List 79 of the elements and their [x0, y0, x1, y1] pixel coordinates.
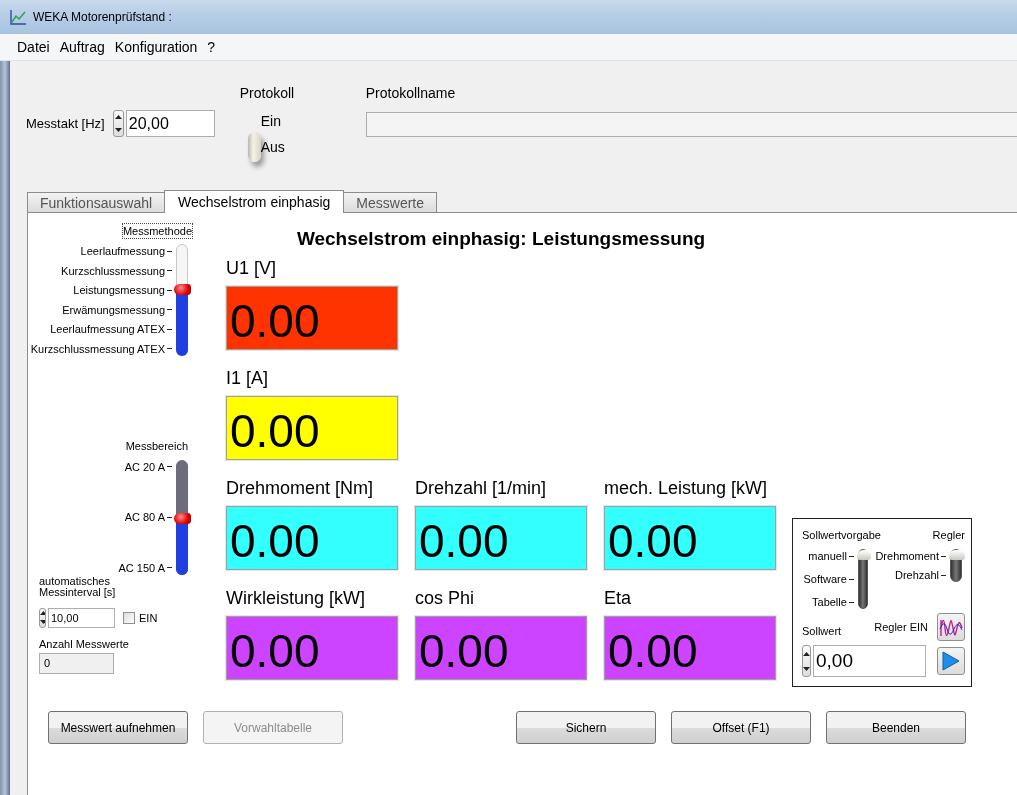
field-label: Protokoll	[239, 85, 296, 101]
display-label: Wirkleistung [kW]	[226, 588, 367, 609]
slider-title: Messbereich	[125, 439, 188, 452]
slider-option-label[interactable]: Leerlaufmessung ATEX	[50, 322, 172, 336]
display-label: Drehmoment [Nm]	[226, 478, 375, 499]
waveform-button[interactable]	[937, 613, 965, 641]
slider-thumb[interactable]	[856, 550, 871, 560]
value-display: 0.00	[226, 396, 398, 460]
toggle-off-label: Aus	[260, 139, 286, 155]
window-title: WEKA Motorenprüfstand :	[33, 10, 172, 24]
value-display: 0.00	[604, 616, 776, 680]
checkbox[interactable]	[123, 611, 135, 624]
display-label: cos Phi	[415, 588, 476, 609]
slider-option-label[interactable]: AC 80 A	[124, 510, 172, 524]
play-icon	[942, 651, 960, 671]
menu-item[interactable]: Datei	[12, 39, 55, 55]
slider-option-label[interactable]: Kurzschlussmessung	[61, 263, 172, 278]
slider-track[interactable]	[176, 459, 188, 575]
button[interactable]: Offset (F1)	[671, 711, 811, 744]
field-label: Messtakt [Hz]	[26, 116, 105, 131]
value-display: 0.00	[226, 286, 398, 350]
display-label: U1 [V]	[226, 258, 278, 279]
tab[interactable]: Funktionsauswahl	[27, 192, 166, 212]
slider-title: Messmethode	[122, 224, 192, 238]
slider-option-label[interactable]: Leistungsmessung	[73, 283, 172, 297]
display-label: Eta	[604, 588, 633, 609]
button[interactable]: Messwert aufnehmen	[48, 711, 188, 744]
value-display: 0.00	[604, 506, 776, 570]
number-field[interactable]: 20,00	[125, 110, 215, 137]
value-display: 0.00	[226, 506, 398, 570]
display-label: Drehzahl [1/min]	[415, 478, 548, 499]
slider-option-label[interactable]: Leerlaufmessung	[80, 244, 172, 258]
slider-track[interactable]	[950, 549, 962, 582]
button: Vorwahltabelle	[203, 711, 343, 744]
slider-option-label[interactable]: AC 150 A	[118, 560, 172, 575]
display-label: I1 [A]	[226, 368, 270, 389]
menu-item[interactable]: Konfiguration	[109, 39, 203, 55]
checkbox-label: EIN	[139, 611, 158, 624]
slider-option-label[interactable]: manuell	[808, 549, 854, 563]
text-field[interactable]	[365, 112, 1017, 137]
slider-thumb[interactable]	[949, 550, 965, 560]
chart-icon	[10, 9, 27, 25]
slider-option-label[interactable]: Software	[803, 572, 854, 586]
value-display: 0.00	[226, 616, 398, 680]
slider-thumb[interactable]	[174, 512, 191, 524]
number-field[interactable]: 10,00	[48, 607, 115, 628]
slider-option-label[interactable]: Erwämungsmessung	[62, 302, 172, 317]
field-label: Protokollname	[365, 85, 457, 101]
tab[interactable]: Wechselstrom einphasig	[164, 190, 345, 213]
menu-item[interactable]: Auftrag	[54, 39, 110, 55]
button[interactable]: Sichern	[516, 711, 656, 744]
slider-option-label[interactable]: Drehmoment	[875, 549, 946, 563]
value-display: 0.00	[415, 506, 587, 570]
slider-option-label[interactable]: AC 20 A	[124, 459, 172, 474]
slider-track[interactable]	[857, 549, 868, 609]
field-label: automatisches Messinterval [s]	[39, 575, 117, 598]
tab[interactable]: Messwerte	[343, 192, 437, 212]
slider-option-label[interactable]: Kurzschlussmessung ATEX	[30, 341, 172, 356]
spin-arrows-icon[interactable]	[802, 645, 811, 677]
slider-title: Regler	[932, 529, 965, 541]
menu-item[interactable]: ?	[202, 39, 221, 55]
setpoint-label: Sollwert	[802, 625, 842, 637]
slider-thumb[interactable]	[174, 284, 191, 296]
toggle-switch[interactable]	[247, 132, 261, 162]
display-label: mech. Leistung [kW]	[604, 478, 769, 499]
button[interactable]: Beenden	[826, 711, 966, 744]
value-display: 0.00	[415, 616, 587, 680]
spin-arrows-icon[interactable]	[39, 607, 46, 628]
slider-option-label[interactable]: Drehzahl	[894, 568, 946, 582]
play-button[interactable]	[937, 647, 965, 675]
count-field: 0	[39, 652, 114, 674]
spin-arrows-icon[interactable]	[112, 110, 124, 137]
number-field[interactable]: 0,00	[813, 645, 926, 677]
slider-title: Sollwertvorgabe	[802, 529, 881, 541]
controller-enable-label: Regler EIN	[874, 621, 928, 633]
section-heading: Wechselstrom einphasig: Leistungsmessung	[295, 227, 707, 251]
field-label: Anzahl Messwerte	[39, 637, 130, 650]
slider-option-label[interactable]: Tabelle	[812, 595, 854, 609]
toggle-on-label: Ein	[260, 113, 282, 129]
